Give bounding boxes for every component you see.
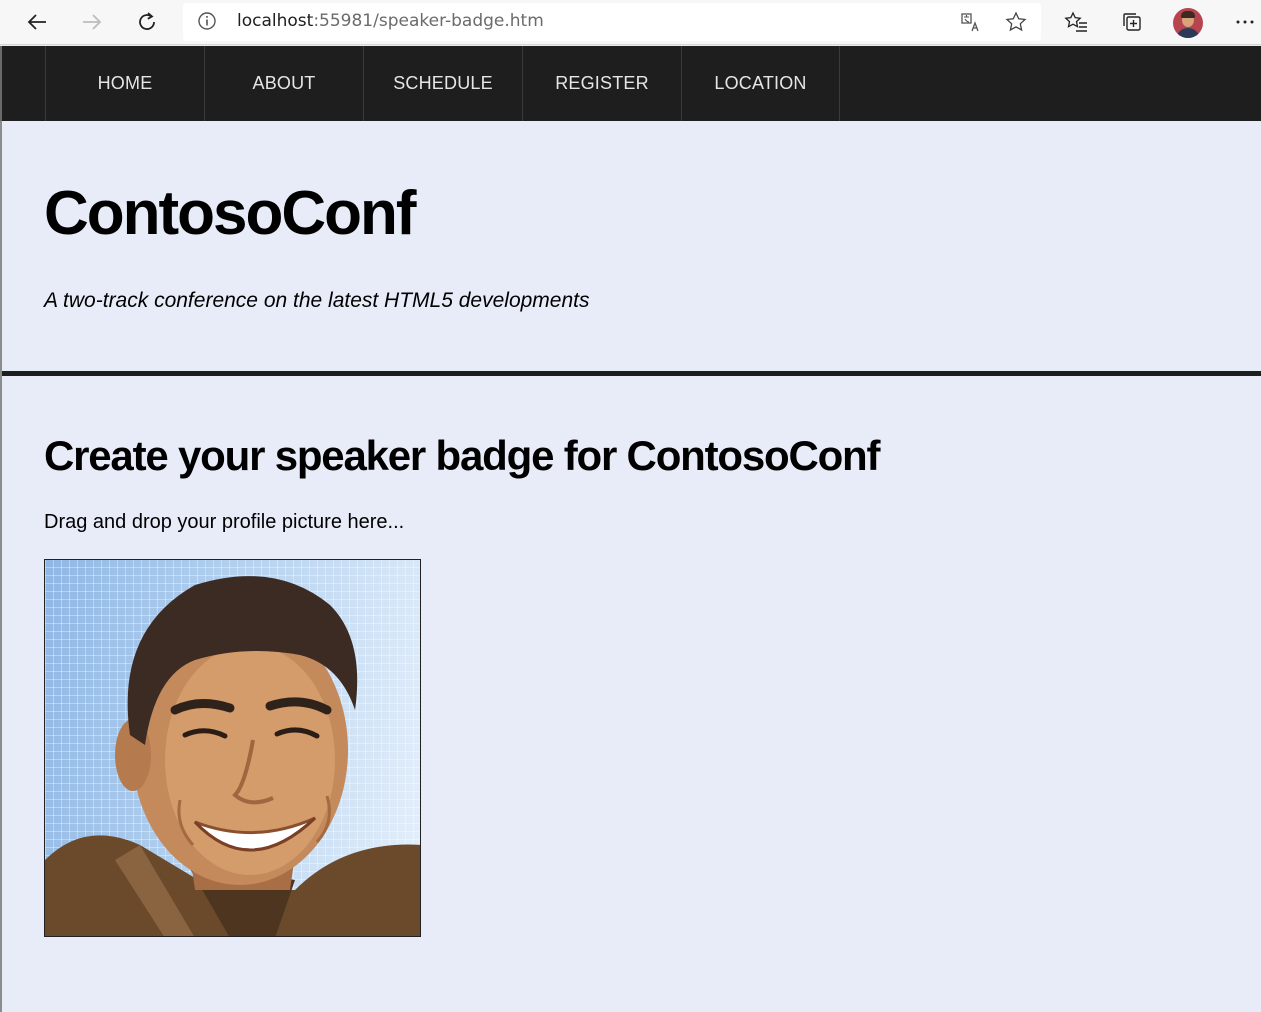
nav-item-home[interactable]: HOME — [45, 46, 204, 121]
nav-item-register[interactable]: REGISTER — [522, 46, 681, 121]
header-divider — [2, 371, 1261, 376]
site-navigation: HOME ABOUT SCHEDULE REGISTER LOCATION — [0, 46, 1261, 121]
browser-toolbar: localhost:55981/speaker-badge.htm — [0, 0, 1261, 45]
profile-picture — [45, 576, 420, 936]
nav-item-location[interactable]: LOCATION — [681, 46, 840, 121]
site-title: ContosoConf — [44, 179, 417, 248]
page-left-border — [0, 121, 2, 1012]
forward-arrow-icon[interactable] — [76, 6, 108, 38]
translate-icon[interactable] — [960, 11, 982, 38]
site-tagline: A two-track conference on the latest HTM… — [44, 289, 590, 312]
nav-item-about[interactable]: ABOUT — [204, 46, 363, 121]
page-heading: Create your speaker badge for ContosoCon… — [44, 432, 880, 479]
url-path: :55981/speaker-badge.htm — [313, 11, 544, 31]
refresh-icon[interactable] — [131, 6, 163, 38]
star-icon[interactable] — [1005, 11, 1027, 38]
drop-instructions: Drag and drop your profile picture here.… — [44, 511, 405, 533]
back-arrow-icon[interactable] — [21, 6, 53, 38]
profile-avatar[interactable] — [1173, 8, 1203, 38]
url-host: localhost — [237, 11, 314, 31]
favorites-list-icon[interactable] — [1060, 6, 1092, 38]
profile-picture-drop-zone[interactable] — [44, 559, 421, 937]
collections-icon[interactable] — [1116, 6, 1148, 38]
more-icon[interactable] — [1229, 6, 1261, 38]
address-bar[interactable]: localhost:55981/speaker-badge.htm — [183, 3, 1041, 41]
url-text: localhost:55981/speaker-badge.htm — [237, 11, 544, 31]
nav-item-schedule[interactable]: SCHEDULE — [363, 46, 522, 121]
info-icon[interactable] — [197, 11, 217, 36]
